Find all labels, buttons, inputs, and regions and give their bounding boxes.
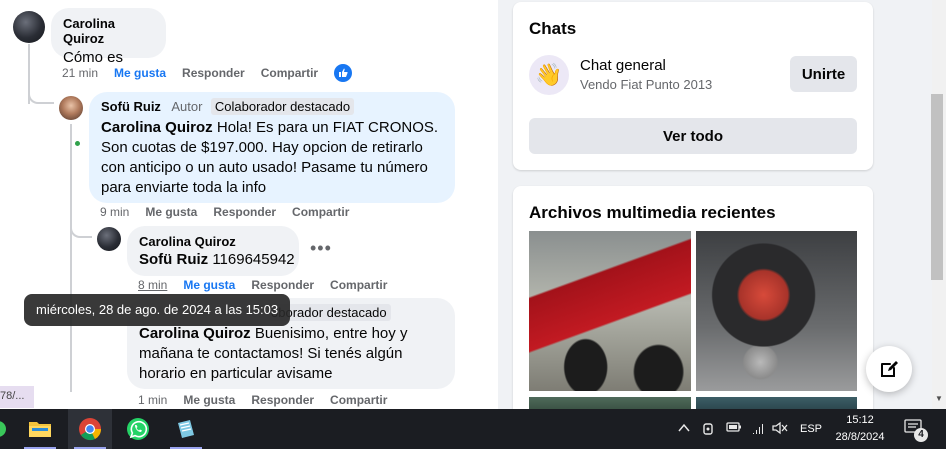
share-button[interactable]: Compartir — [261, 66, 318, 80]
comment-bubble: Sofü Ruiz Autor Colaborador destacado Ca… — [89, 92, 455, 203]
mention-link[interactable]: Carolina Quiroz — [101, 119, 213, 136]
like-button[interactable]: Me gusta — [145, 205, 197, 219]
comment-author[interactable]: Carolina Quiroz — [139, 234, 287, 249]
partial-app-icon[interactable] — [0, 409, 20, 449]
see-all-button[interactable]: Ver todo — [529, 118, 857, 154]
compose-icon — [881, 361, 898, 377]
reply-button[interactable]: Responder — [251, 278, 314, 292]
media-thumbnail[interactable] — [529, 231, 691, 391]
comment-author[interactable]: Sofü Ruiz — [101, 99, 161, 114]
meet-now-icon[interactable] — [702, 421, 716, 440]
avatar[interactable] — [13, 11, 45, 43]
comment-author[interactable]: Carolina Quiroz — [63, 16, 154, 46]
clock-time[interactable]: 15:12 — [828, 414, 892, 426]
comment-actions: 21 min Me gusta Responder Compartir — [62, 64, 353, 82]
comments-feed: Carolina Quiroz Cómo es 21 min Me gusta … — [0, 0, 498, 409]
chrome-icon[interactable] — [68, 409, 112, 449]
clock-date[interactable]: 28/8/2024 — [828, 431, 892, 443]
reply-button[interactable]: Responder — [182, 66, 245, 80]
more-options-button[interactable]: ••• — [310, 238, 332, 259]
reply-button[interactable]: Responder — [251, 393, 314, 407]
share-button[interactable]: Compartir — [292, 205, 349, 219]
timestamp-tooltip: miércoles, 28 de ago. de 2024 a las 15:0… — [24, 294, 291, 326]
join-chat-button[interactable]: Unirte — [790, 56, 857, 92]
scroll-down-arrow-icon[interactable]: ▼ — [935, 394, 943, 403]
chat-name[interactable]: Chat general — [580, 57, 666, 74]
share-button[interactable]: Compartir — [330, 278, 387, 292]
chats-card: Chats 👋 Chat general Vendo Fiat Punto 20… — [513, 2, 873, 170]
compose-button[interactable] — [866, 346, 912, 392]
comment-actions: 1 min Me gusta Responder Compartir — [138, 393, 387, 407]
volume-muted-icon[interactable] — [772, 421, 788, 438]
comment-text: Sofü Ruiz 1169645942 — [139, 251, 295, 268]
comment-text: Carolina Quiroz Hola! Es para un FIAT CR… — [101, 119, 439, 196]
right-sidebar: Chats 👋 Chat general Vendo Fiat Punto 20… — [498, 0, 932, 426]
media-thumbnail[interactable] — [696, 231, 857, 391]
thread-connector — [70, 214, 92, 238]
comment-timestamp[interactable]: 21 min — [62, 66, 98, 80]
author-tag: Autor — [171, 99, 203, 114]
like-button[interactable]: Me gusta — [114, 66, 166, 80]
chats-title: Chats — [529, 19, 577, 38]
comment-timestamp[interactable]: 1 min — [138, 393, 167, 407]
thread-connector — [28, 80, 54, 104]
whatsapp-icon[interactable] — [116, 409, 160, 449]
reply-button[interactable]: Responder — [213, 205, 276, 219]
online-status-dot — [73, 139, 82, 148]
comment-text: Carolina Quiroz Buenisimo, entre hoy y m… — [139, 325, 408, 382]
scrollbar-thumb[interactable] — [931, 94, 943, 280]
avatar[interactable] — [59, 96, 83, 120]
comment-bubble: Carolina Quiroz Sofü Ruiz 1169645942 — [127, 226, 299, 276]
taskbar: ESP 15:12 28/8/2024 4 — [0, 409, 946, 449]
partial-element: 78/... — [0, 386, 34, 408]
waving-hand-icon[interactable]: 👋 — [529, 55, 569, 95]
notification-count-badge: 4 — [914, 428, 928, 442]
file-explorer-icon[interactable] — [18, 409, 62, 449]
comment-timestamp[interactable]: 9 min — [100, 205, 129, 219]
battery-icon[interactable] — [726, 421, 742, 436]
thread-line — [70, 124, 72, 392]
avatar[interactable] — [97, 227, 121, 251]
notepad-icon[interactable] — [164, 409, 208, 449]
show-hidden-icons-chevron-icon[interactable] — [678, 421, 690, 436]
thumbs-up-icon[interactable] — [334, 64, 353, 82]
network-wifi-icon[interactable] — [751, 421, 767, 438]
comment-timestamp[interactable]: 8 min — [138, 278, 167, 292]
comment-actions: 8 min Me gusta Responder Compartir — [138, 278, 387, 292]
recent-media-card: Archivos multimedia recientes — [513, 186, 873, 426]
top-contributor-badge[interactable]: Colaborador destacado — [210, 98, 355, 115]
like-button[interactable]: Me gusta — [183, 278, 235, 292]
chat-subtitle: Vendo Fiat Punto 2013 — [580, 77, 713, 92]
recent-media-title: Archivos multimedia recientes — [529, 203, 776, 222]
mention-link[interactable]: Carolina Quiroz — [139, 325, 251, 342]
mention-link[interactable]: Sofü Ruiz — [139, 251, 208, 268]
input-language-indicator[interactable]: ESP — [797, 423, 825, 435]
comment-actions: 9 min Me gusta Responder Compartir — [100, 205, 349, 219]
share-button[interactable]: Compartir — [330, 393, 387, 407]
comment-bubble: Carolina Quiroz Cómo es — [51, 8, 166, 66]
like-button[interactable]: Me gusta — [183, 393, 235, 407]
